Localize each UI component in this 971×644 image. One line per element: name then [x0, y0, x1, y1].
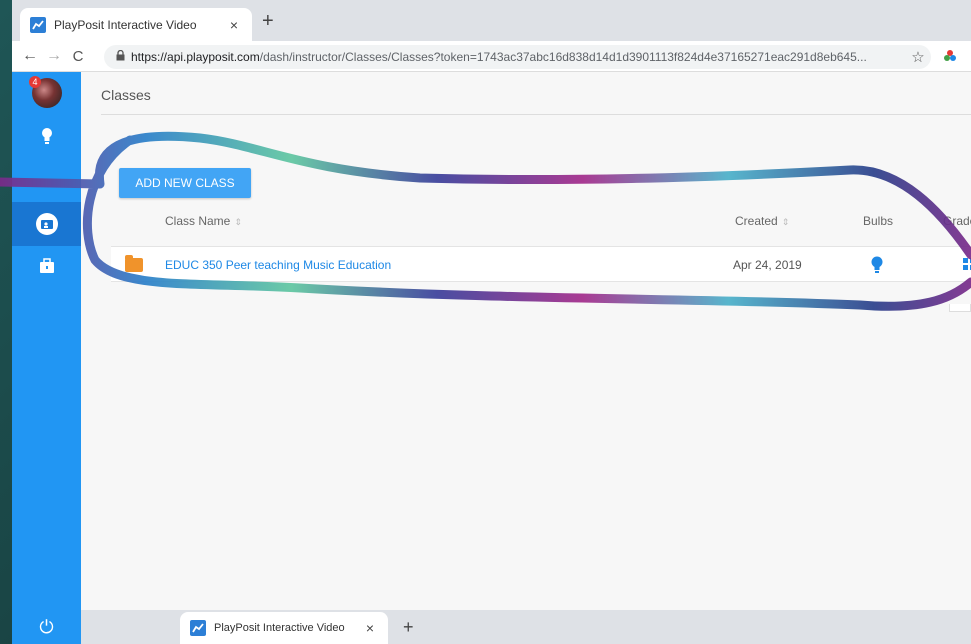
page-title: Classes: [101, 87, 151, 103]
table-edge: [949, 304, 971, 312]
sidebar-item-ideas[interactable]: [12, 114, 81, 158]
address-bar[interactable]: https://api.playposit.com/dash/instructo…: [104, 45, 931, 69]
header-bulbs: Bulbs: [863, 214, 894, 228]
tab-title: PlayPosit Interactive Video: [54, 17, 197, 32]
add-new-class-button[interactable]: ADD NEW CLASS: [119, 168, 251, 198]
bottom-new-tab-button[interactable]: +: [403, 617, 414, 638]
sort-icon: ⇕: [234, 217, 242, 227]
table-header: Class Name⇕ Created⇕ Bulbs Grade: [111, 200, 971, 246]
gradebook-grid-icon[interactable]: [963, 258, 971, 273]
reload-button[interactable]: C: [66, 48, 90, 65]
header-class-name[interactable]: Class Name ⇕: [165, 214, 242, 228]
browser-window: PlayPosit Interactive Video × + ← → C ht…: [12, 0, 971, 644]
page-header: Classes: [101, 87, 971, 115]
class-folder-icon: [125, 255, 143, 272]
bookmark-star-icon[interactable]: ☆: [905, 48, 931, 66]
tab-strip: PlayPosit Interactive Video × +: [12, 0, 971, 41]
new-tab-button[interactable]: +: [262, 11, 274, 31]
playposit-favicon-icon: [30, 16, 46, 33]
table-row[interactable]: EDUC 350 Peer teaching Music Education A…: [111, 246, 971, 282]
bottom-browser-tab[interactable]: PlayPosit Interactive Video ×: [180, 612, 388, 644]
sidebar-item-collapsed[interactable]: [12, 160, 81, 204]
class-name-link[interactable]: EDUC 350 Peer teaching Music Education: [165, 258, 391, 272]
classes-folder-icon: [35, 213, 58, 235]
url-text: https://api.playposit.com/dash/instructo…: [131, 50, 867, 64]
briefcase-icon: [39, 258, 54, 273]
header-created[interactable]: Created ⇕: [735, 214, 789, 228]
browser-tab[interactable]: PlayPosit Interactive Video ×: [20, 8, 252, 41]
app-sidebar: 4 ⏻: [12, 72, 81, 644]
playposit-favicon-icon: [190, 620, 206, 636]
bulbs-lightbulb-icon[interactable]: [871, 256, 883, 277]
header-grades: Grade: [943, 214, 971, 228]
notification-badge: 4: [29, 76, 41, 88]
sort-icon: ⇕: [781, 217, 790, 227]
tab-close-icon[interactable]: ×: [226, 17, 242, 33]
sidebar-item-portfolio[interactable]: [12, 244, 81, 288]
browser-toolbar: ← → C https://api.playposit.com/dash/ins…: [12, 41, 971, 72]
back-button[interactable]: ←: [18, 47, 42, 65]
main-content: Classes ADD NEW CLASS Class Name ⇕ Create…: [81, 72, 971, 610]
power-icon[interactable]: ⏻: [12, 617, 81, 638]
extension-icon[interactable]: [943, 49, 957, 63]
lightbulb-icon: [41, 128, 52, 144]
bottom-tab-strip: PlayPosit Interactive Video × +: [81, 610, 971, 644]
forward-button[interactable]: →: [42, 47, 66, 65]
sidebar-item-classes[interactable]: [12, 202, 81, 246]
created-date: Apr 24, 2019: [733, 258, 802, 272]
bottom-tab-close-icon[interactable]: ×: [362, 620, 378, 636]
lock-icon: [116, 49, 125, 64]
bottom-tab-title: PlayPosit Interactive Video: [214, 622, 345, 634]
